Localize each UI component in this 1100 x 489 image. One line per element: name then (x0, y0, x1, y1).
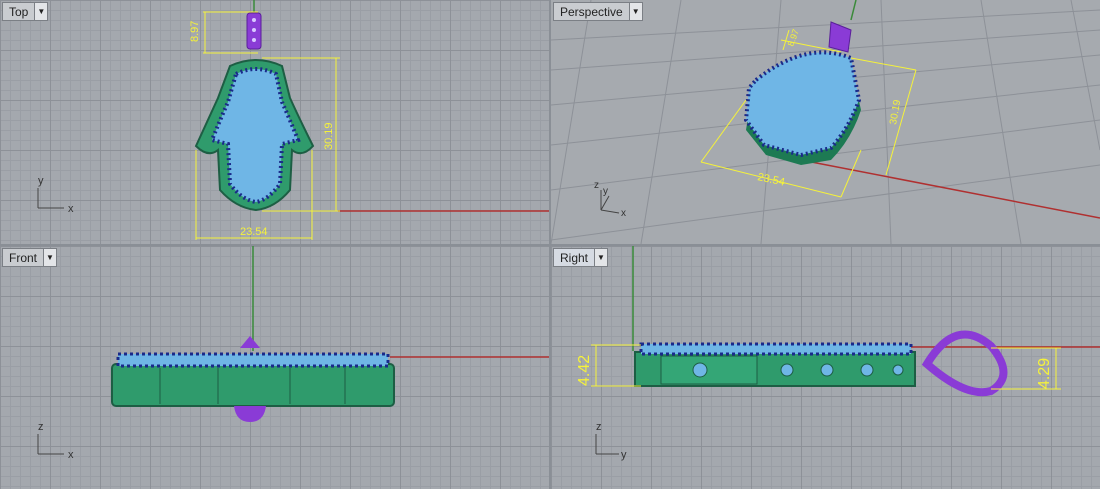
axis-y-label: y (603, 186, 608, 197)
axis-x-label: x (621, 208, 626, 219)
dim-small-label: 8.97 (785, 28, 800, 48)
viewport-tab-top[interactable]: Top ▼ (2, 2, 49, 21)
viewport-tab-front[interactable]: Front ▼ (2, 248, 58, 267)
axis-z-label: z (594, 180, 599, 191)
dropdown-arrow-icon[interactable]: ▼ (628, 3, 642, 20)
axis-gizmo (37, 434, 64, 455)
axis-y-label: y (621, 449, 627, 461)
gem-row (116, 352, 390, 368)
perspective-canvas: 8.97 30.19 23.54 z y x (551, 0, 1100, 244)
viewport-tab-perspective[interactable]: Perspective ▼ (553, 2, 643, 21)
gem-row (639, 342, 913, 356)
right-canvas: 4.42 4.29 z y (576, 246, 1100, 461)
axis-gizmo (37, 188, 64, 209)
dim-width-label: 23.54 (240, 226, 268, 238)
viewport-right[interactable]: 4.42 4.29 z y Right ▼ (551, 246, 1100, 489)
dim-left-label: 4.42 (576, 355, 593, 386)
x-axis-line (800, 159, 1100, 219)
bail-loop (921, 330, 1008, 397)
bail-shape (828, 21, 852, 53)
viewport-grid: 8.97 30.19 23.54 y x Top ▼ 8.97 30.19 23… (0, 0, 1100, 489)
axis-x-label: x (68, 449, 74, 461)
viewport-label: Front (9, 250, 38, 265)
pendant-body (111, 363, 395, 407)
dim-length-label: 30.19 (323, 122, 335, 150)
viewport-label: Top (9, 4, 29, 19)
viewport-label: Perspective (560, 4, 623, 19)
viewport-front[interactable]: z x Front ▼ (0, 246, 549, 489)
top-view-canvas: 8.97 30.19 23.54 y x (37, 0, 549, 240)
front-canvas: z x (37, 246, 549, 461)
axis-gizmo (595, 434, 619, 455)
z-axis-line (850, 0, 857, 21)
bail-bottom (234, 406, 266, 422)
dim-width-label: 23.54 (756, 171, 785, 188)
bail-top (240, 336, 260, 348)
viewport-top[interactable]: 8.97 30.19 23.54 y x Top ▼ (0, 0, 549, 244)
dropdown-arrow-icon[interactable]: ▼ (594, 249, 608, 266)
axis-x-label: x (68, 203, 74, 215)
viewport-perspective[interactable]: 8.97 30.19 23.54 z y x Perspective ▼ (551, 0, 1100, 244)
dropdown-arrow-icon[interactable]: ▼ (43, 249, 57, 266)
axis-z-label: z (596, 421, 602, 433)
viewport-tab-right[interactable]: Right ▼ (553, 248, 609, 267)
axis-y-label: y (38, 175, 44, 187)
axis-z-label: z (38, 421, 44, 433)
dropdown-arrow-icon[interactable]: ▼ (34, 3, 48, 20)
dim-right-label: 4.29 (1036, 358, 1053, 389)
viewport-label: Right (560, 250, 589, 265)
dim-height-label: 8.97 (189, 21, 201, 42)
